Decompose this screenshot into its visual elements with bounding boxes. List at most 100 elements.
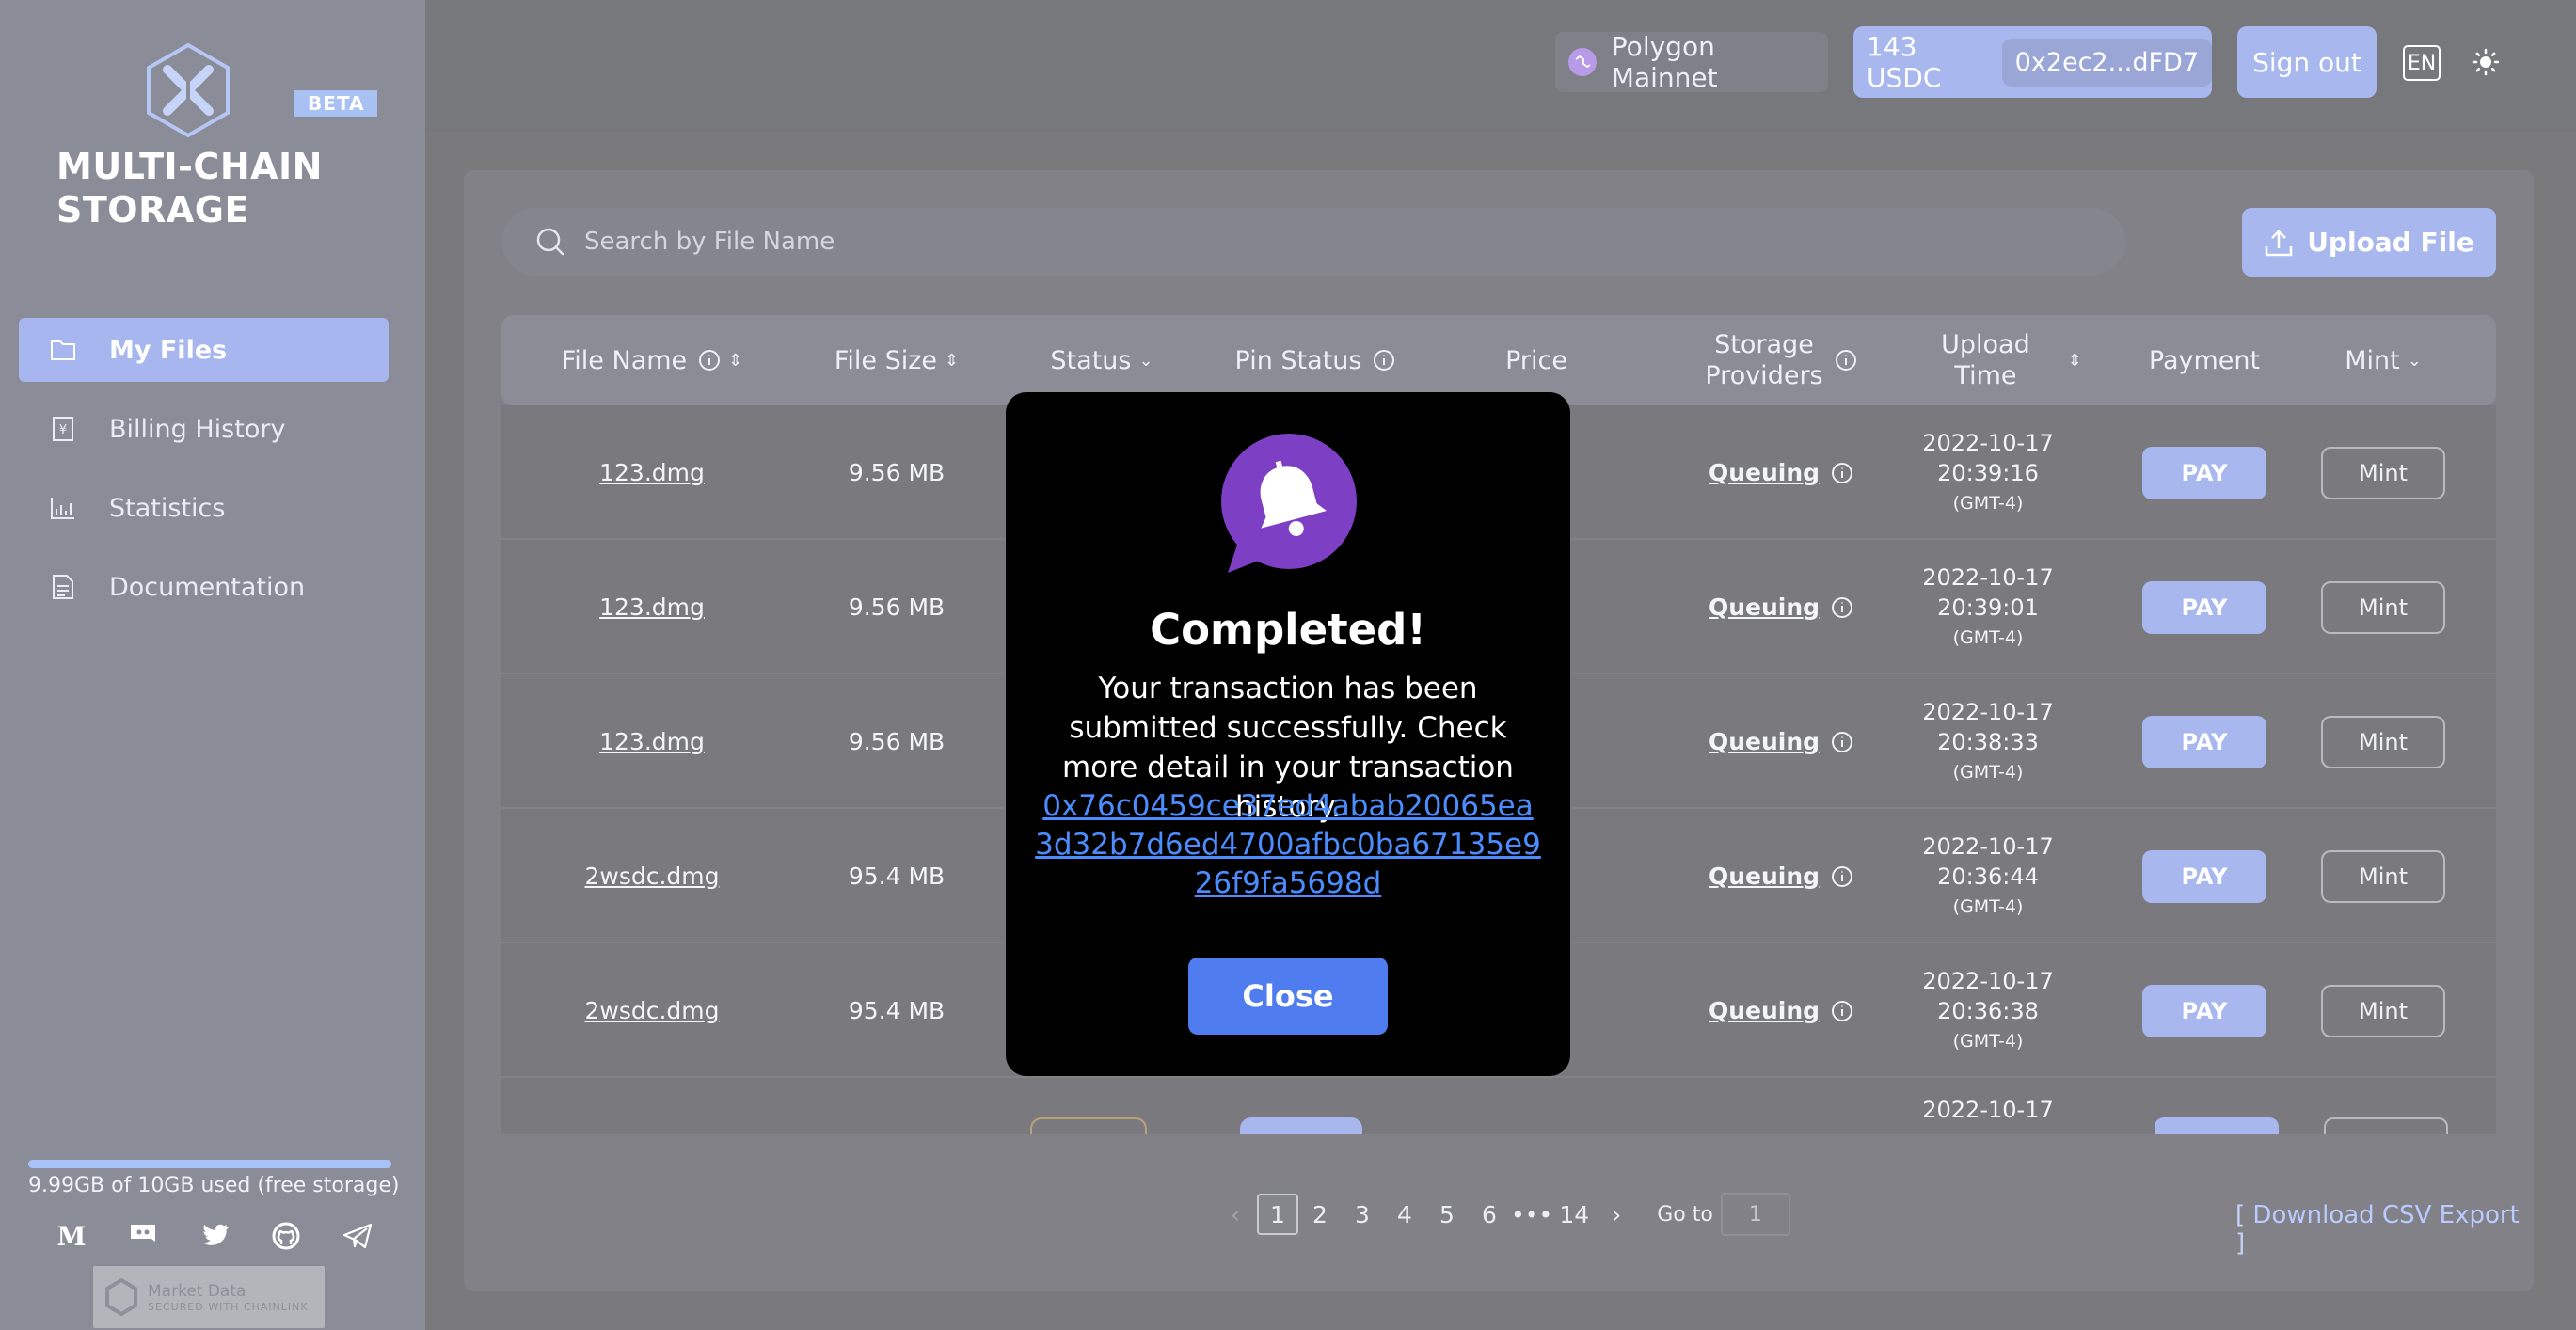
file-size: 9.56 MB — [848, 728, 946, 755]
col-file-size[interactable]: File Size ⇕ — [803, 315, 991, 405]
next-page-icon[interactable]: › — [1596, 1194, 1637, 1235]
pay-button[interactable]: PAY — [2142, 715, 2266, 768]
sidebar-item-statistics[interactable]: Statistics — [19, 476, 389, 540]
chainlink-hex-icon — [105, 1278, 137, 1316]
pay-button[interactable]: PAY — [2142, 849, 2266, 903]
mint-button[interactable]: Mint — [2321, 446, 2445, 499]
file-name-link[interactable]: 2wsdc.dmg — [584, 997, 719, 1024]
page-number[interactable]: 1 — [1257, 1194, 1298, 1235]
logo[interactable]: BETA MULTI-CHAIN STORAGE — [56, 41, 378, 239]
sidebar-item-documentation[interactable]: Documentation — [19, 555, 389, 619]
github-icon[interactable] — [269, 1219, 303, 1253]
col-mint[interactable]: Mint ⌄ — [2298, 315, 2468, 405]
file-name-link[interactable]: 123.dmg — [599, 459, 705, 486]
upload-time: 2022-10-17 20:38:33 (GMT-4) — [1903, 674, 2073, 809]
pay-button[interactable]: PAY — [2142, 580, 2266, 634]
page-number[interactable]: 2 — [1299, 1194, 1341, 1235]
medium-icon[interactable]: M — [55, 1219, 88, 1253]
folder-icon — [49, 336, 77, 364]
storage-usage-fill — [28, 1160, 391, 1168]
info-icon[interactable] — [1373, 349, 1395, 372]
page-number[interactable]: 4 — [1384, 1194, 1425, 1235]
storage-providers-link[interactable]: Queuing — [1709, 459, 1820, 486]
page-number[interactable]: 3 — [1342, 1194, 1383, 1235]
network-name: Polygon Mainnet — [1611, 31, 1718, 93]
status-badge — [1030, 1117, 1147, 1134]
prev-page-icon[interactable]: ‹ — [1215, 1194, 1256, 1235]
col-label-line: Upload — [1941, 330, 2030, 359]
sidebar-item-label: Statistics — [109, 493, 226, 523]
info-icon[interactable] — [1831, 865, 1853, 888]
info-icon[interactable] — [1835, 349, 1857, 372]
language-selector[interactable]: EN — [2403, 45, 2441, 81]
upload-date: 2022-10-17 — [1922, 967, 2054, 994]
col-label: Pin Status — [1234, 345, 1362, 375]
mint-button[interactable]: Mint — [2321, 580, 2445, 634]
col-upload-time[interactable]: Upload Time ⇕ — [1903, 315, 2120, 405]
storage-providers-link[interactable]: Queuing — [1709, 997, 1820, 1024]
sort-icon[interactable]: ⇕ — [2068, 345, 2082, 376]
col-storage-providers[interactable]: Storage Providers — [1678, 315, 1884, 405]
sidebar-item-billing-history[interactable]: ¥ Billing History — [19, 397, 389, 461]
pay-button[interactable]: PAY — [2142, 446, 2266, 499]
wallet-address[interactable]: 0x2ec2...dFD7 — [2001, 38, 2212, 87]
info-icon[interactable] — [698, 349, 721, 372]
telegram-icon[interactable] — [341, 1219, 374, 1253]
chevron-down-icon[interactable]: ⌄ — [1138, 345, 1153, 376]
close-button[interactable]: Close — [1188, 958, 1388, 1035]
storage-providers-link[interactable]: Queuing — [1709, 594, 1820, 621]
transaction-hash-link[interactable]: 0x76c0459ce37ed4abab20065ea3d32b7d6ed470… — [1034, 787, 1542, 903]
download-csv-link[interactable]: Download CSV Export — [2252, 1201, 2519, 1229]
top-bar: Polygon Mainnet 143 USDC 0x2ec2...dFD7 S… — [425, 0, 2576, 132]
wallet-info[interactable]: 143 USDC 0x2ec2...dFD7 — [1853, 26, 2212, 98]
pay-button[interactable]: PAY — [2142, 984, 2266, 1037]
storage-providers-link[interactable]: Queuing — [1709, 728, 1820, 755]
chevron-down-icon[interactable]: ⌄ — [2408, 345, 2422, 376]
info-icon[interactable] — [1831, 596, 1853, 619]
file-name-link[interactable]: 123.dmg — [599, 594, 705, 621]
sidebar-item-my-files[interactable]: My Files — [19, 318, 389, 382]
upload-file-button[interactable]: Upload File — [2242, 208, 2496, 277]
goto-page-input[interactable]: 1 — [1720, 1193, 1790, 1236]
page-number[interactable]: 5 — [1426, 1194, 1468, 1235]
discord-icon[interactable] — [126, 1219, 160, 1253]
upload-timezone: (GMT-4) — [1952, 1030, 2024, 1052]
sign-out-button[interactable]: Sign out — [2237, 26, 2377, 98]
mint-button[interactable] — [2324, 1117, 2448, 1134]
twitter-icon[interactable] — [198, 1219, 231, 1253]
upload-date: 2022-10-17 — [1922, 698, 2054, 725]
col-label-line: Time — [1954, 361, 2017, 390]
csv-export: [ Download CSV Export ] — [2235, 1201, 2534, 1258]
col-payment: Payment — [2129, 315, 2280, 405]
mint-button[interactable]: Mint — [2321, 715, 2445, 768]
sort-icon[interactable]: ⇕ — [945, 345, 959, 376]
file-name-link[interactable]: 2wsdc.dmg — [584, 863, 719, 890]
social-links: M — [55, 1219, 374, 1253]
network-selector[interactable]: Polygon Mainnet — [1555, 31, 1828, 93]
upload-clock: 20:39:01 — [1937, 594, 2039, 621]
page-number[interactable]: 6 — [1469, 1194, 1510, 1235]
info-icon[interactable] — [1831, 1000, 1853, 1022]
col-label: File Size — [834, 345, 938, 375]
document-icon — [49, 573, 77, 601]
search-input[interactable]: Search by File Name — [501, 208, 2125, 276]
sort-icon[interactable]: ⇕ — [728, 345, 742, 376]
upload-file-label: Upload File — [2307, 227, 2474, 258]
info-icon[interactable] — [1831, 462, 1853, 484]
storage-providers-link[interactable]: Queuing — [1709, 863, 1820, 890]
file-name-link[interactable]: 123.dmg — [599, 728, 705, 755]
search-placeholder: Search by File Name — [584, 228, 835, 256]
col-file-name[interactable]: File Name ⇕ — [539, 315, 765, 405]
theme-toggle-icon[interactable] — [2467, 43, 2504, 81]
upload-date: 2022-10-17 — [1922, 563, 2054, 591]
col-label: Upload Time — [1941, 329, 2030, 391]
upload-time: 2022-10-17 20:36:38 (GMT-4) — [1903, 943, 2073, 1078]
mint-button[interactable]: Mint — [2321, 984, 2445, 1037]
pay-button[interactable] — [2155, 1117, 2279, 1134]
page-number[interactable]: 14 — [1553, 1194, 1595, 1235]
page-ellipsis[interactable]: ••• — [1511, 1194, 1552, 1235]
info-icon[interactable] — [1831, 731, 1853, 753]
chainlink-badge[interactable]: Market Data SECURED WITH CHAINLINK — [93, 1266, 325, 1328]
file-size: 9.56 MB — [848, 459, 946, 486]
mint-button[interactable]: Mint — [2321, 849, 2445, 903]
